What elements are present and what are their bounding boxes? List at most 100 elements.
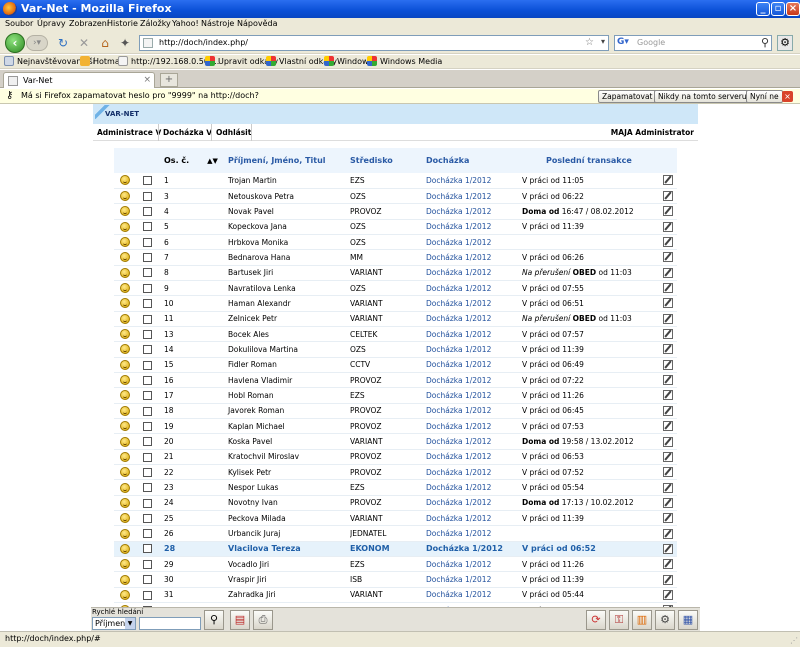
- maximize-button[interactable]: ▫: [771, 2, 785, 16]
- minimize-button[interactable]: _: [756, 2, 770, 16]
- row-checkbox[interactable]: [143, 406, 152, 416]
- edit-icon[interactable]: [663, 359, 673, 370]
- resize-grip-icon[interactable]: ⋰: [790, 636, 798, 645]
- attendance-link[interactable]: Docházka 1/2012: [418, 418, 516, 435]
- table-row[interactable]: 19 Kaplan Michael PROVOZ Docházka 1/2012 V p…: [114, 418, 677, 435]
- table-row[interactable]: 3 Netouskova Petra OZS Docházka 1/2012 V prá…: [114, 188, 677, 205]
- employee-name[interactable]: Bednarova Hana: [220, 249, 350, 266]
- row-checkbox[interactable]: [143, 544, 152, 554]
- quick-search-input[interactable]: [139, 617, 201, 630]
- url-bar[interactable]: http://doch/index.php/ ☆ ▾: [139, 35, 609, 51]
- attendance-link[interactable]: Docházka 1/2012: [418, 249, 516, 266]
- employee-name[interactable]: Novotny Ivan: [220, 495, 350, 512]
- row-checkbox[interactable]: [143, 560, 152, 570]
- settings-icon[interactable]: ⚙: [655, 610, 675, 630]
- forward-button[interactable]: ›▾: [26, 35, 48, 51]
- employee-name[interactable]: Koska Pavel: [220, 433, 350, 450]
- edit-icon[interactable]: [663, 191, 673, 202]
- table-row[interactable]: 8 Bartusek Jiri VARIANT Docházka 1/2012 Na p…: [114, 265, 677, 281]
- employee-name[interactable]: Urbancik Juraj: [220, 525, 350, 542]
- home-icon[interactable]: ⌂: [98, 36, 112, 50]
- table-row[interactable]: 31 Zahradka Jiri VARIANT Docházka 1/2012 V p…: [114, 587, 677, 604]
- employee-name[interactable]: Trojan Martin: [220, 173, 350, 189]
- row-checkbox[interactable]: [143, 314, 152, 324]
- table-row[interactable]: 23 Nespor Lukas EZS Docházka 1/2012 V práci …: [114, 479, 677, 496]
- table-row[interactable]: 6 Hrbkova Monika OZS Docházka 1/2012: [114, 234, 677, 251]
- employee-name[interactable]: Navratilova Lenka: [220, 280, 350, 297]
- table-row[interactable]: 9 Navratilova Lenka OZS Docházka 1/2012 V pr…: [114, 280, 677, 297]
- edit-icon[interactable]: [663, 543, 673, 554]
- edit-icon[interactable]: [663, 421, 673, 432]
- row-checkbox[interactable]: [143, 237, 152, 247]
- attendance-link[interactable]: Docházka 1/2012: [418, 479, 516, 496]
- row-checkbox[interactable]: [143, 437, 152, 447]
- edit-icon[interactable]: [663, 528, 673, 539]
- notification-close-icon[interactable]: ×: [782, 91, 793, 102]
- table-row[interactable]: 21 Kratochvil Miroslav PROVOZ Docházka 1/20…: [114, 449, 677, 466]
- tab-close-icon[interactable]: ×: [143, 75, 151, 85]
- row-checkbox[interactable]: [143, 375, 152, 385]
- quick-search-field-select[interactable]: Příjmení ▼: [92, 617, 136, 630]
- row-checkbox[interactable]: [143, 207, 152, 217]
- tab-var-net[interactable]: Var-Net ×: [3, 72, 155, 88]
- row-checkbox[interactable]: [143, 498, 152, 508]
- remember-button[interactable]: Zapamatovat: [598, 90, 657, 103]
- employee-name[interactable]: Netouskova Petra: [220, 188, 350, 205]
- edit-icon[interactable]: [663, 298, 673, 309]
- menu-yahoo[interactable]: Yahoo!: [172, 19, 199, 28]
- attendance-link[interactable]: Docházka 1/2012: [418, 464, 516, 481]
- attendance-link[interactable]: Docházka 1/2012: [418, 203, 516, 220]
- employee-name[interactable]: Nespor Lukas: [220, 479, 350, 496]
- attendance-link[interactable]: Docházka 1/2012: [418, 571, 516, 588]
- row-checkbox[interactable]: [143, 299, 152, 309]
- attendance-link[interactable]: Docházka 1/2012: [418, 265, 516, 281]
- attendance-link[interactable]: Docházka 1/2012: [418, 387, 516, 404]
- table-row[interactable]: 4 Novak Pavel PROVOZ Docházka 1/2012 Doma od…: [114, 203, 677, 220]
- menu-zobrazeni[interactable]: Zobrazení: [69, 19, 109, 28]
- attendance-link[interactable]: Docházka 1/2012: [418, 173, 516, 189]
- row-checkbox[interactable]: [143, 345, 152, 355]
- col-last-transaction[interactable]: Poslední transakce: [516, 148, 661, 173]
- edit-icon[interactable]: [663, 574, 673, 585]
- employee-name[interactable]: Fidler Roman: [220, 357, 350, 373]
- table-row[interactable]: 17 Hobl Roman EZS Docházka 1/2012 V práci od…: [114, 387, 677, 404]
- row-checkbox[interactable]: [143, 222, 152, 232]
- row-checkbox[interactable]: [143, 529, 152, 539]
- employee-name[interactable]: Hobl Roman: [220, 387, 350, 404]
- attendance-link[interactable]: Docházka 1/2012: [418, 311, 516, 327]
- edit-icon[interactable]: [663, 206, 673, 217]
- row-checkbox[interactable]: [143, 421, 152, 431]
- attendance-icon[interactable]: ▥: [632, 610, 652, 630]
- row-checkbox[interactable]: [143, 452, 152, 462]
- employee-name[interactable]: Vocadlo Jiri: [220, 556, 350, 573]
- table-row[interactable]: 13 Bocek Ales CELTEK Docházka 1/2012 V práci…: [114, 326, 677, 343]
- menu-administrace[interactable]: Administrace ᐯ: [97, 128, 161, 137]
- employee-name[interactable]: Zahradka Jiri: [220, 587, 350, 604]
- calendar-icon[interactable]: ▦: [678, 610, 698, 630]
- edit-icon[interactable]: [663, 237, 673, 248]
- row-checkbox[interactable]: [143, 590, 152, 600]
- edit-icon[interactable]: [663, 313, 673, 324]
- table-row[interactable]: 25 Peckova Milada VARIANT Docházka 1/2012 V …: [114, 510, 677, 527]
- col-dept[interactable]: Středisko: [350, 148, 418, 173]
- employee-name[interactable]: Haman Alexandr: [220, 295, 350, 312]
- row-checkbox[interactable]: [143, 467, 152, 477]
- row-checkbox[interactable]: [143, 283, 152, 293]
- employee-name[interactable]: Peckova Milada: [220, 510, 350, 527]
- edit-icon[interactable]: [663, 252, 673, 263]
- table-row[interactable]: 16 Havlena Vladimir PROVOZ Docházka 1/2012 V…: [114, 372, 677, 389]
- table-row[interactable]: 29 Vocadlo Jiri EZS Docházka 1/2012 V práci …: [114, 556, 677, 573]
- col-num[interactable]: Os. č. ▲▼: [164, 148, 220, 173]
- menu-napoveda[interactable]: Nápověda: [237, 19, 278, 28]
- stop-icon[interactable]: ✕: [77, 36, 91, 50]
- attendance-link[interactable]: Docházka 1/2012: [418, 372, 516, 389]
- table-row[interactable]: 28 Vlacilova Tereza EKONOM Docházka 1/2012 V…: [114, 541, 677, 558]
- table-row[interactable]: 22 Kylisek Petr PROVOZ Docházka 1/2012 V prá…: [114, 464, 677, 481]
- table-row[interactable]: 14 Dokulilova Martina OZS Docházka 1/2012 V …: [114, 341, 677, 358]
- attendance-link[interactable]: Docházka 1/2012: [418, 341, 516, 358]
- table-row[interactable]: 11 Zelnicek Petr VARIANT Docházka 1/2012 Na …: [114, 311, 677, 327]
- employee-name[interactable]: Vlacilova Tereza: [220, 541, 350, 558]
- edit-icon[interactable]: [663, 559, 673, 570]
- employee-name[interactable]: Kaplan Michael: [220, 418, 350, 435]
- attendance-link[interactable]: Docházka 1/2012: [418, 541, 516, 558]
